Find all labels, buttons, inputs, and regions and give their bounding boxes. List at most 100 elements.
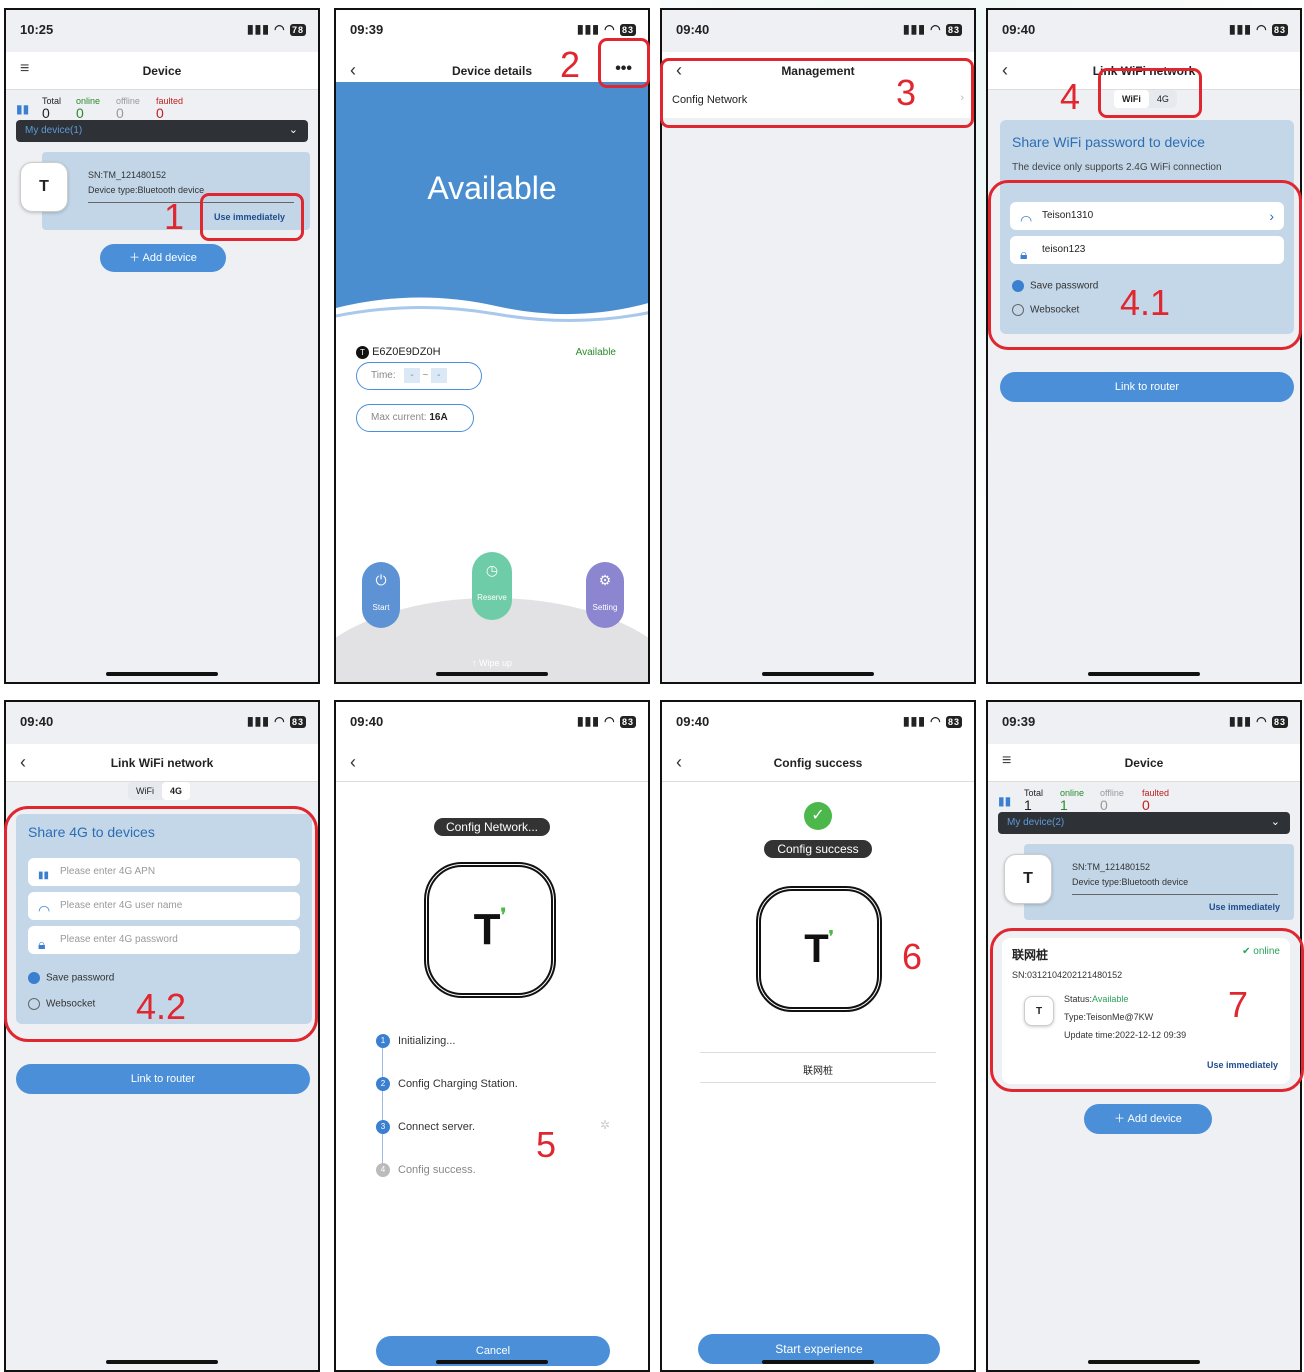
stat-total: Total 0 (42, 96, 61, 120)
highlight-box (598, 38, 650, 88)
start-button[interactable]: ⏻ Start (362, 562, 400, 628)
step-4-dot: 4 (376, 1163, 390, 1177)
network-tabs: WiFi 4G (128, 782, 191, 800)
step-1-label: Initializing... (398, 1035, 456, 1047)
add-device-button[interactable]: ＋ Add device (1084, 1104, 1212, 1134)
nav-bar: ‹ Config success (662, 744, 974, 782)
step-1-dot: 1 (376, 1034, 390, 1048)
device-sn: SN:TM_121480152 (1072, 862, 1151, 872)
page-title: Device (1124, 756, 1164, 770)
home-indicator (436, 1360, 548, 1364)
page-title: Config success (773, 756, 863, 770)
battery-icon: 83 (945, 24, 962, 36)
clock-icon: ◷ (485, 562, 499, 578)
battery-icon: 83 (1271, 716, 1288, 728)
chevron-down-icon: ⌄ (288, 124, 298, 136)
setting-button[interactable]: ⚙ Setting (586, 562, 624, 628)
device-status: Available (575, 347, 616, 358)
signal-icon: ▮▮▮ ◠ 83 (577, 22, 636, 36)
stat-offline: offline 0 (116, 96, 140, 120)
logo-icon: T❜ (473, 905, 507, 954)
plus-icon: ＋ (1114, 1113, 1128, 1125)
battery-icon: 83 (619, 24, 636, 36)
reserve-button[interactable]: ◷ Reserve (472, 552, 512, 620)
device-avatar: T (1004, 854, 1052, 904)
back-icon[interactable]: ‹ (350, 752, 356, 773)
highlight-box (990, 928, 1304, 1092)
time-sep: ~ (422, 370, 429, 381)
highlight-box (1098, 68, 1202, 118)
signal-icon: ▮▮▮ ◠ 83 (1229, 714, 1288, 728)
time-end: - (431, 368, 447, 383)
use-immediately-button[interactable]: Use immediately (1209, 902, 1280, 912)
step-number: 4 (1060, 76, 1081, 117)
home-indicator (1088, 1360, 1200, 1364)
phone-screen-device-list: 10:25 ▮▮▮ ◠ 78 ≡ Device ▮▮ Total 0 online 0 … (4, 8, 320, 684)
clock: 09:40 (676, 714, 710, 729)
device-card[interactable]: SN:TM_121480152 Device type:Bluetooth de… (1024, 844, 1294, 920)
step-number: 4.2 (136, 986, 187, 1027)
device-type: Device type:Bluetooth device (88, 185, 205, 195)
clock: 10:25 (20, 22, 54, 37)
clock: 09:39 (1002, 714, 1036, 729)
step-3-dot: 3 (376, 1120, 390, 1134)
highlight-box (200, 193, 304, 241)
my-device-dropdown[interactable]: My device(1) ⌄ (16, 120, 308, 142)
stat-value: 1 (1024, 797, 1032, 813)
phone-screen-device-details: 09:39 ▮▮▮ ◠ 83 ‹ Device details ••• Availab… (334, 8, 650, 684)
signal-icon: ▮▮▮ ◠ 83 (903, 22, 962, 36)
power-icon: ⏻ (375, 572, 387, 588)
status-bar: 09:39 ▮▮▮ ◠ 83 (988, 702, 1300, 742)
step-number: 1 (164, 196, 185, 237)
home-indicator (1088, 672, 1200, 676)
nav-bar: ≡ Device (988, 744, 1300, 782)
step-number: 6 (902, 936, 923, 977)
stat-value: 0 (42, 105, 50, 121)
add-device-label: Add device (142, 252, 197, 264)
signal-icon: ▮▮▮ ◠ 83 (903, 714, 962, 728)
max-current-label: Max current: (371, 412, 427, 423)
success-check-icon: ✓ (804, 802, 832, 830)
wipe-up-hint: ↑ Wipe up (471, 658, 513, 668)
divider (1072, 894, 1278, 895)
time-label: Time: (371, 370, 396, 381)
reserve-label: Reserve (477, 593, 507, 602)
link-to-router-button[interactable]: Link to router (1000, 372, 1294, 402)
step-2-label: Config Charging Station. (398, 1078, 518, 1090)
setting-label: Setting (592, 603, 618, 612)
step-number: 3 (896, 72, 917, 113)
add-device-button[interactable]: ＋ Add device (100, 244, 226, 272)
stat-total: Total 1 (1024, 788, 1043, 812)
stat-value: 0 (116, 105, 124, 121)
phone-screen-config-network: 09:40 ▮▮▮ ◠ 83 ‹ Config Network... T❜ 1 I… (334, 700, 650, 1372)
stat-offline: offline 0 (1100, 788, 1124, 812)
time-start: - (404, 368, 420, 383)
panel-note: The device only supports 2.4G WiFi conne… (1012, 162, 1222, 173)
max-current-value: 16A (429, 412, 448, 423)
stat-online: online 0 (76, 96, 100, 120)
device-type: Device type:Bluetooth device (1072, 877, 1189, 887)
device-sn: SN:TM_121480152 (88, 170, 167, 180)
clock: 09:40 (350, 714, 384, 729)
phone-screen-config-success: 09:40 ▮▮▮ ◠ 83 ‹ Config success ✓ Config s… (660, 700, 976, 1372)
max-current-pill[interactable]: Max current: 16A (356, 404, 474, 432)
dropdown-label: My device(2) (1007, 817, 1065, 828)
tab-wifi[interactable]: WiFi (128, 782, 162, 800)
signal-icon: ▮▮▮ ◠ 83 (577, 714, 636, 728)
stat-faulted: faulted 0 (156, 96, 183, 120)
device-avatar: T (20, 162, 68, 212)
home-indicator (106, 1360, 218, 1364)
status-bar: 09:40 ▮▮▮ ◠ 83 (662, 10, 974, 50)
step-3-label: Connect server. (398, 1121, 476, 1133)
battery-icon: 78 (289, 24, 306, 36)
nav-bar: ‹ (336, 744, 648, 782)
tab-4g[interactable]: 4G (162, 782, 191, 800)
stat-value: 0 (156, 105, 164, 121)
link-to-router-button[interactable]: Link to router (16, 1064, 310, 1094)
time-pill[interactable]: Time: - ~ - (356, 362, 482, 390)
stat-value: 0 (1100, 797, 1108, 813)
charger-logo: T❜ (756, 886, 882, 1012)
my-device-dropdown[interactable]: My device(2) ⌄ (998, 812, 1290, 834)
status-hero: Available (336, 82, 648, 328)
nav-bar: ≡ Device (6, 52, 318, 90)
